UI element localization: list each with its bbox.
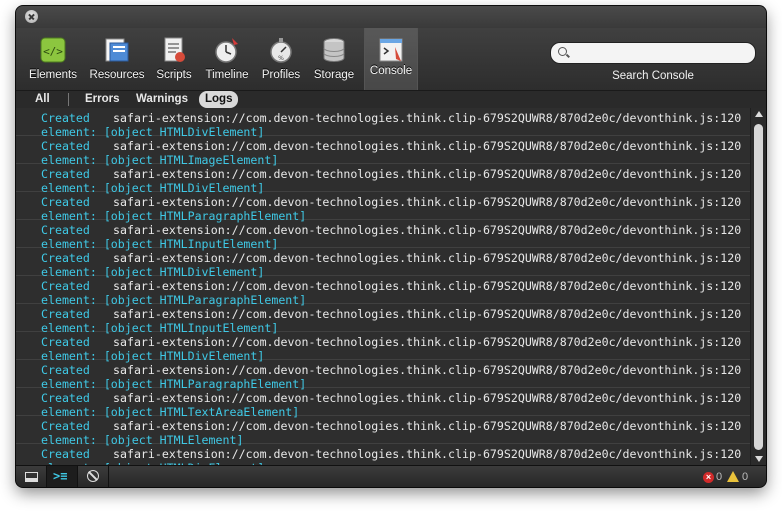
title-bar [16,6,766,28]
message-created-label: Created [41,111,90,125]
status-bar: >≡ × 0 0 [16,465,766,487]
console-filter-bar: All Errors Warnings Logs [16,91,766,108]
console-message[interactable]: Created safari-extension://com.devon-tech… [16,220,750,251]
message-created-label: Created [41,447,90,461]
message-created-label: Created [41,139,90,153]
filter-errors[interactable]: Errors [85,91,120,108]
console-message[interactable]: Created safari-extension://com.devon-tech… [16,164,750,195]
error-icon[interactable]: × [703,472,714,483]
scripts-icon [159,35,189,65]
tab-scripts-label: Scripts [156,69,192,81]
tab-elements[interactable]: </> Elements [26,32,80,88]
tab-console-label: Console [369,65,413,77]
scroll-down-arrow-icon[interactable] [755,456,763,462]
message-created-label: Created [41,251,90,265]
console-message[interactable]: Created safari-extension://com.devon-tech… [16,332,750,363]
console-message[interactable]: Created safari-extension://com.devon-tech… [16,276,750,307]
filter-logs[interactable]: Logs [199,91,239,108]
message-source-link[interactable]: safari-extension://com.devon-technologie… [113,419,741,433]
filter-warnings[interactable]: Warnings [136,91,188,108]
clear-console-button[interactable] [78,466,109,487]
svg-text:%: % [278,55,284,62]
scroll-thumb[interactable] [754,124,763,450]
message-created-label: Created [41,335,90,349]
search-field[interactable] [550,42,756,64]
tab-profiles-label: Profiles [261,69,301,81]
message-source-link[interactable]: safari-extension://com.devon-technologie… [113,363,741,377]
resources-icon [102,35,132,65]
message-source-link[interactable]: safari-extension://com.devon-technologie… [113,279,741,293]
message-created-label: Created [41,195,90,209]
search-input[interactable] [571,44,750,62]
message-source-link[interactable]: safari-extension://com.devon-technologie… [113,223,741,237]
console-icon [376,35,406,65]
console-message[interactable]: Created safari-extension://com.devon-tech… [16,444,750,465]
tab-profiles[interactable]: % Profiles [258,32,304,88]
message-created-label: Created [41,279,90,293]
tab-console[interactable]: Console [364,28,418,90]
message-source-link[interactable]: safari-extension://com.devon-technologie… [113,391,741,405]
message-created-label: Created [41,363,90,377]
search-label: Search Console [612,70,694,82]
web-inspector-window: </> Elements Resources Scripts Timeline [16,6,766,487]
console-message[interactable]: Created safari-extension://com.devon-tech… [16,416,750,447]
tab-storage-label: Storage [313,69,355,81]
console-toggle-button[interactable]: >≡ [47,466,78,487]
tab-resources-label: Resources [89,69,145,81]
console-message[interactable]: Created safari-extension://com.devon-tech… [16,248,750,279]
profiles-icon: % [266,35,296,65]
toolbar: </> Elements Resources Scripts Timeline [16,28,766,91]
tab-resources[interactable]: Resources [86,32,148,88]
message-source-link[interactable]: safari-extension://com.devon-technologie… [113,111,741,125]
console-message[interactable]: Created safari-extension://com.devon-tech… [16,304,750,335]
elements-icon: </> [38,35,68,65]
tab-timeline[interactable]: Timeline [202,32,252,88]
tab-elements-label: Elements [29,69,77,81]
message-created-label: Created [41,419,90,433]
storage-icon [319,35,349,65]
tab-scripts[interactable]: Scripts [152,32,196,88]
scroll-up-arrow-icon[interactable] [755,111,763,117]
message-created-label: Created [41,391,90,405]
console-message[interactable]: Created safari-extension://com.devon-tech… [16,360,750,391]
message-source-link[interactable]: safari-extension://com.devon-technologie… [113,139,741,153]
console-output[interactable]: Created safari-extension://com.devon-tech… [16,108,750,465]
message-source-link[interactable]: safari-extension://com.devon-technologie… [113,335,741,349]
message-created-label: Created [41,223,90,237]
message-source-link[interactable]: safari-extension://com.devon-technologie… [113,195,741,209]
message-source-link[interactable]: safari-extension://com.devon-technologie… [113,307,741,321]
console-message[interactable]: Created safari-extension://com.devon-tech… [16,192,750,223]
warning-count: 0 [742,471,749,483]
console-message[interactable]: Created safari-extension://com.devon-tech… [16,388,750,419]
warning-icon[interactable] [727,471,739,482]
tab-storage[interactable]: Storage [310,32,358,88]
console-prompt-icon: >≡ [53,469,68,483]
console-message[interactable]: Created safari-extension://com.devon-tech… [16,136,750,167]
message-created-label: Created [41,167,90,181]
filter-all[interactable]: All [35,91,50,108]
close-icon[interactable] [25,10,38,23]
dock-icon [25,472,38,482]
clear-icon [87,470,99,482]
message-source-link[interactable]: safari-extension://com.devon-technologie… [113,251,741,265]
message-created-label: Created [41,307,90,321]
error-count: 0 [716,471,723,483]
svg-text:</>: </> [43,45,63,58]
message-source-link[interactable]: safari-extension://com.devon-technologie… [113,447,741,461]
console-scrollbar[interactable] [750,108,766,465]
message-source-link[interactable]: safari-extension://com.devon-technologie… [113,167,741,181]
search-icon [558,47,567,56]
tab-timeline-label: Timeline [205,69,249,81]
console-message[interactable]: Created safari-extension://com.devon-tech… [16,108,750,139]
dock-button[interactable] [16,466,47,487]
timeline-icon [212,35,242,65]
filter-divider [68,93,69,106]
